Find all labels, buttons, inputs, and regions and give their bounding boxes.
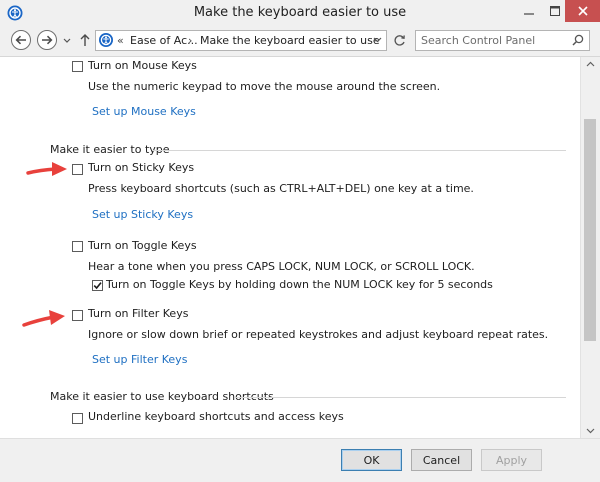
filter-keys-description: Ignore or slow down brief or repeated ke… — [88, 328, 549, 341]
refresh-icon — [393, 35, 405, 46]
breadcrumb-current[interactable]: Make the keyboard easier to use — [200, 31, 380, 50]
settings-panel: Turn on Mouse Keys Use the numeric keypa… — [0, 57, 580, 438]
toggle-keys-description: Hear a tone when you press CAPS LOCK, NU… — [88, 260, 475, 273]
setup-sticky-keys-link[interactable]: Set up Sticky Keys — [92, 208, 193, 222]
chevron-down-icon — [63, 38, 71, 43]
mouse-keys-label[interactable]: Turn on Mouse Keys — [88, 59, 197, 73]
maximize-icon — [550, 6, 560, 16]
ease-of-access-icon — [7, 5, 23, 21]
vertical-scrollbar[interactable] — [580, 57, 600, 438]
sticky-keys-checkbox[interactable] — [72, 164, 83, 175]
address-dropdown-icon[interactable] — [373, 37, 382, 43]
cancel-button[interactable]: Cancel — [411, 449, 472, 471]
filter-keys-label[interactable]: Turn on Filter Keys — [88, 307, 188, 321]
breadcrumb-separator[interactable]: › — [188, 31, 192, 50]
scroll-up-icon[interactable] — [586, 61, 595, 67]
title-bar: Make the keyboard easier to use — [0, 0, 600, 27]
shortcuts-group-divider — [234, 397, 566, 398]
close-icon — [577, 6, 588, 16]
scroll-down-icon[interactable] — [586, 428, 595, 434]
forward-button[interactable] — [37, 30, 57, 50]
navigation-bar: « Ease of Ac... › Make the keyboard easi… — [0, 26, 600, 57]
toggle-keys-label[interactable]: Turn on Toggle Keys — [88, 239, 197, 253]
setup-filter-keys-link[interactable]: Set up Filter Keys — [92, 353, 187, 367]
search-box[interactable] — [415, 30, 590, 51]
search-input[interactable] — [421, 31, 567, 50]
annotation-arrow-icon — [22, 310, 65, 327]
arrow-right-icon — [42, 35, 53, 45]
arrow-left-icon — [15, 35, 26, 45]
close-button[interactable] — [565, 0, 600, 22]
minimize-icon — [524, 13, 534, 15]
annotation-arrow-icon — [26, 162, 67, 176]
back-button[interactable] — [11, 30, 31, 50]
address-bar[interactable]: « Ease of Ac... › Make the keyboard easi… — [95, 30, 387, 51]
checkmark-icon — [93, 282, 102, 290]
setup-mouse-keys-link[interactable]: Set up Mouse Keys — [92, 105, 196, 119]
filter-keys-checkbox[interactable] — [72, 310, 83, 321]
refresh-button[interactable] — [389, 30, 409, 51]
toggle-keys-numlock-checkbox[interactable] — [92, 280, 103, 291]
up-button[interactable] — [78, 32, 92, 48]
control-panel-window: Make the keyboard easier to use « Ease o… — [0, 0, 600, 482]
ok-button[interactable]: OK — [341, 449, 402, 471]
dialog-footer: OK Cancel Apply — [0, 438, 600, 482]
arrow-up-icon — [80, 34, 90, 46]
control-panel-icon — [98, 32, 114, 48]
breadcrumb-overflow[interactable]: « — [117, 31, 124, 50]
underline-shortcuts-checkbox[interactable] — [72, 413, 83, 424]
underline-shortcuts-label[interactable]: Underline keyboard shortcuts and access … — [88, 410, 344, 424]
scrollbar-thumb[interactable] — [584, 119, 596, 341]
mouse-keys-description: Use the numeric keypad to move the mouse… — [88, 80, 441, 93]
sticky-keys-label[interactable]: Turn on Sticky Keys — [88, 161, 194, 175]
apply-button[interactable]: Apply — [481, 449, 542, 471]
search-icon[interactable] — [572, 34, 584, 46]
sticky-keys-description: Press keyboard shortcuts (such as CTRL+A… — [88, 182, 474, 195]
typing-group-divider — [152, 150, 566, 151]
recent-locations-button[interactable] — [62, 32, 72, 48]
mouse-keys-checkbox[interactable] — [72, 61, 83, 72]
toggle-keys-numlock-label[interactable]: Turn on Toggle Keys by holding down the … — [106, 278, 493, 292]
minimize-button[interactable] — [515, 0, 543, 22]
window-title: Make the keyboard easier to use — [193, 5, 407, 20]
toggle-keys-checkbox[interactable] — [72, 241, 83, 252]
